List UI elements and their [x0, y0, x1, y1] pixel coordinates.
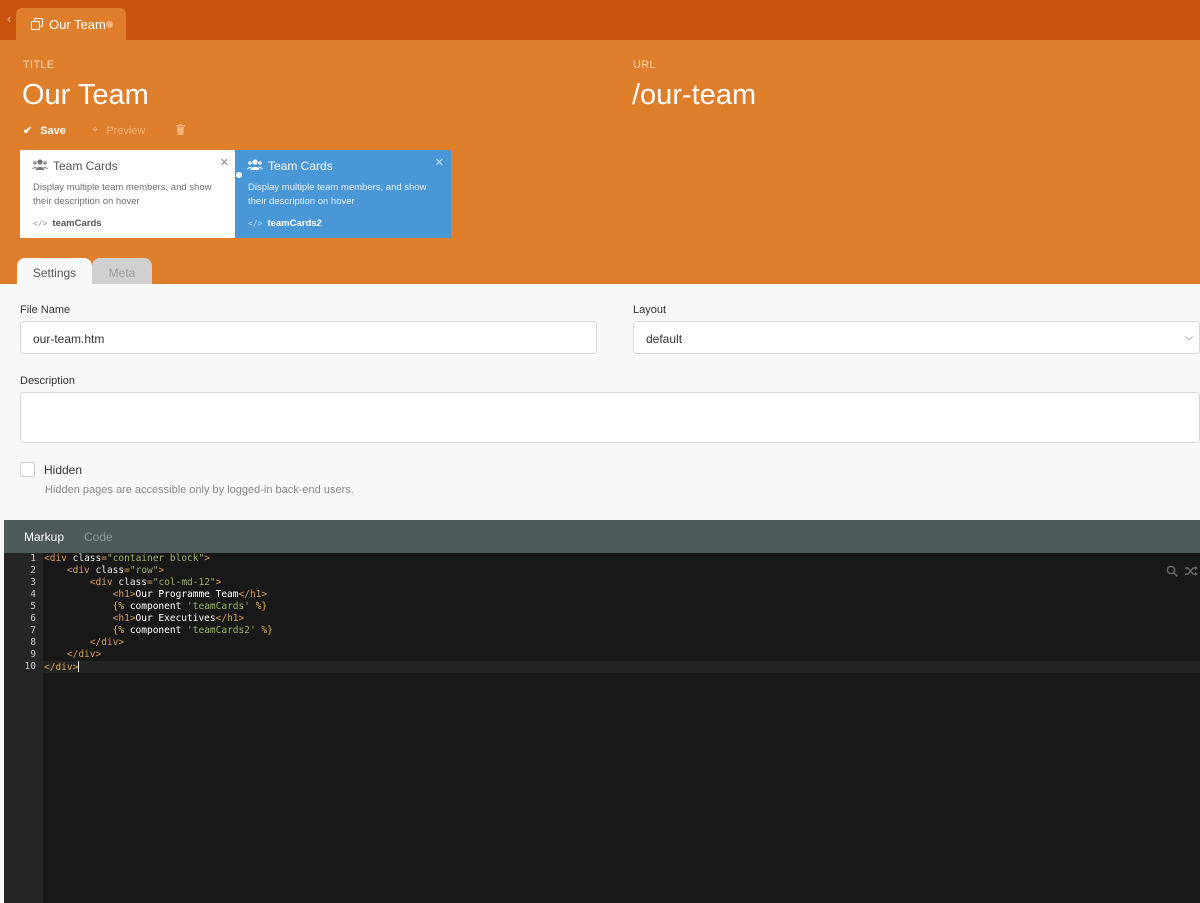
- line-number: 6: [30, 613, 36, 624]
- file-name-value: our-team.htm: [33, 332, 105, 346]
- document-tab[interactable]: Our Team: [16, 8, 126, 40]
- chevron-left-icon[interactable]: ‹: [7, 11, 11, 26]
- component-title: Team Cards: [268, 159, 333, 173]
- line-number: 8: [30, 637, 36, 648]
- unsaved-dot: [106, 21, 113, 28]
- component-description: Display multiple team members, and show …: [33, 182, 212, 207]
- line-number: 9: [30, 649, 36, 660]
- tab-settings[interactable]: Settings: [17, 258, 92, 284]
- document-tab-label: Our Team: [49, 17, 106, 32]
- line-number: 2: [30, 565, 36, 576]
- hidden-label[interactable]: Hidden: [44, 463, 82, 477]
- component-alias-text: teamCards2: [267, 218, 322, 229]
- line-number: 5: [30, 601, 36, 612]
- code-line: </div>: [89, 637, 125, 648]
- component-card-teamcards2[interactable]: Team Cards ✕ Display multiple team membe…: [235, 150, 451, 238]
- text-cursor: [78, 661, 80, 672]
- code-line: </div>: [66, 649, 102, 660]
- code-line: {% component 'teamCards2' %}: [112, 625, 273, 636]
- save-button[interactable]: ✔ Save: [23, 124, 66, 138]
- copy-icon: [31, 18, 43, 30]
- line-number: 3: [30, 577, 36, 588]
- file-name-input[interactable]: our-team.htm: [20, 321, 597, 354]
- page-title-input[interactable]: Our Team: [22, 79, 149, 112]
- page-url-input[interactable]: /our-team: [632, 79, 756, 112]
- line-number: 4: [30, 589, 36, 600]
- code-line: </div>: [44, 661, 80, 673]
- layout-select[interactable]: default ⌵: [633, 321, 1200, 354]
- check-icon: ✔: [23, 125, 33, 137]
- tab-markup[interactable]: Markup: [24, 530, 64, 544]
- shuffle-icon[interactable]: [1185, 565, 1198, 577]
- save-button-label: Save: [40, 124, 66, 137]
- preview-button[interactable]: ⌖ Preview: [92, 124, 145, 137]
- line-number: 1: [30, 553, 36, 564]
- component-alias: </> teamCards: [33, 218, 102, 229]
- users-icon: [247, 159, 263, 170]
- crosshairs-icon: ⌖: [92, 124, 99, 136]
- hidden-checkbox[interactable]: [20, 462, 35, 477]
- chevron-down-icon: ⌵: [1185, 332, 1193, 343]
- layout-label: Layout: [633, 304, 667, 316]
- component-description: Display multiple team members, and show …: [248, 182, 427, 207]
- tab-meta[interactable]: Meta: [92, 258, 152, 284]
- url-label: URL: [633, 59, 656, 71]
- line-number: 10: [24, 661, 36, 672]
- code-line: <div class="container block">: [44, 553, 210, 564]
- document-tab-bar: ‹ Our Team: [0, 0, 1200, 40]
- trash-icon: [176, 124, 185, 135]
- code-icon: </>: [248, 219, 263, 228]
- users-icon: [32, 159, 48, 170]
- preview-button-label: Preview: [106, 124, 146, 137]
- code-line: <div class="col-md-12">: [89, 577, 222, 588]
- editor-tabs: Markup Code: [4, 520, 1200, 553]
- description-textarea[interactable]: [20, 392, 1200, 443]
- active-line-highlight: [4, 661, 1200, 673]
- file-name-label: File Name: [20, 304, 71, 316]
- close-icon[interactable]: ✕: [435, 156, 444, 169]
- code-line: {% component 'teamCards' %}: [112, 601, 268, 612]
- code-icon: </>: [33, 219, 48, 228]
- code-line: <h1>Our Executives</h1>: [112, 613, 245, 624]
- line-number: 7: [30, 625, 36, 636]
- code-line: <div class="row">: [66, 565, 165, 576]
- component-alias: </> teamCards2: [248, 218, 322, 229]
- description-label: Description: [20, 375, 76, 387]
- code-line: <h1>Our Programme Team</h1>: [112, 589, 268, 600]
- title-label: TITLE: [23, 59, 55, 71]
- component-alias-text: teamCards: [52, 218, 102, 229]
- search-icon[interactable]: [1166, 565, 1178, 577]
- close-icon[interactable]: ✕: [220, 156, 229, 169]
- hidden-help-text: Hidden pages are accessible only by logg…: [45, 484, 354, 496]
- tab-code[interactable]: Code: [84, 530, 113, 544]
- code-editor[interactable]: 1 2 3 4 5 6 7 8 9 10 <div class="contain…: [4, 553, 1200, 903]
- component-title: Team Cards: [53, 159, 118, 173]
- page-header: TITLE Our Team URL /our-team ✔ Save ⌖ Pr…: [0, 40, 1200, 284]
- delete-button[interactable]: [176, 124, 185, 135]
- layout-value: default: [646, 332, 683, 346]
- component-card-teamcards[interactable]: Team Cards ✕ Display multiple team membe…: [20, 150, 236, 238]
- component-connector: [235, 171, 243, 179]
